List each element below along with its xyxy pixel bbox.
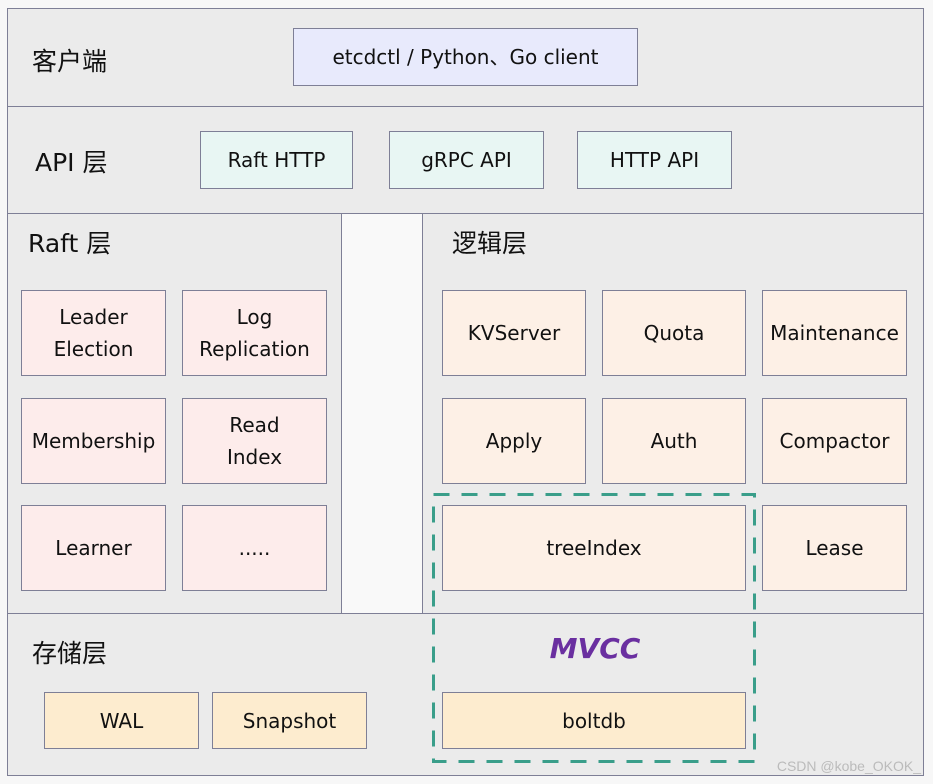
mvcc-label: MVCC xyxy=(549,632,641,665)
mvcc-dashed-border xyxy=(432,493,756,763)
watermark: CSDN @kobe_OKOK_ xyxy=(776,758,921,774)
etcd-architecture-diagram: 客户端 API 层 Raft 层 逻辑层 存储层 etcdctl / Pytho… xyxy=(0,0,933,784)
